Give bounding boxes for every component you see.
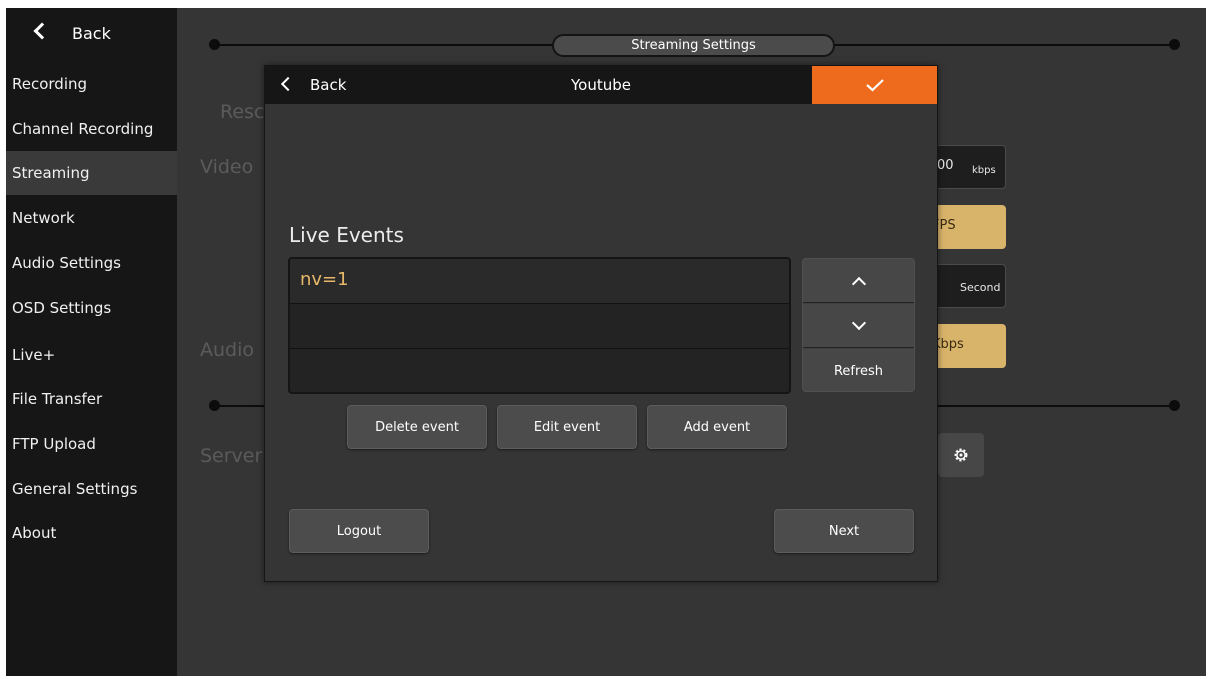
divider-dot [209, 39, 220, 50]
sidebar-item-general-settings[interactable]: General Settings [6, 467, 177, 511]
divider-dot [209, 400, 220, 411]
edit-event-button[interactable]: Edit event [497, 405, 637, 449]
sidebar-item-audio-settings[interactable]: Audio Settings [6, 241, 177, 285]
add-event-button[interactable]: Add event [647, 405, 787, 449]
chevron-up-icon [851, 276, 866, 291]
list-item[interactable] [290, 349, 789, 392]
sidebar-item-osd-settings[interactable]: OSD Settings [6, 286, 177, 330]
scroll-up-button[interactable] [803, 259, 914, 303]
keyframe-interval-unit: Second [960, 281, 1001, 294]
server-settings-button[interactable] [938, 433, 984, 477]
divider-dot [1169, 400, 1180, 411]
delete-event-button[interactable]: Delete event [347, 405, 487, 449]
sidebar: Back Recording Channel Recording Streami… [6, 8, 177, 676]
sidebar-back-label: Back [72, 24, 111, 43]
sidebar-item-file-transfer[interactable]: File Transfer [6, 377, 177, 421]
resolution-label: Resc [220, 101, 265, 123]
logout-button[interactable]: Logout [289, 509, 429, 553]
live-events-list: nv=1 [288, 257, 791, 394]
next-button[interactable]: Next [774, 509, 914, 553]
video-bitrate-unit: kbps [972, 165, 996, 176]
list-item[interactable]: nv=1 [290, 259, 789, 304]
video-bitrate-value: 00 [937, 158, 954, 173]
sidebar-item-streaming[interactable]: Streaming [6, 151, 177, 195]
dialog-header: Back Youtube [265, 66, 937, 104]
youtube-dialog: Back Youtube Live Events nv=1 Refresh De… [264, 65, 938, 582]
sidebar-item-about[interactable]: About [6, 511, 177, 555]
list-controls: Refresh [802, 258, 915, 392]
screen: Back Recording Channel Recording Streami… [6, 8, 1206, 676]
sidebar-item-recording[interactable]: Recording [6, 62, 177, 106]
refresh-button[interactable]: Refresh [803, 349, 914, 391]
sidebar-item-network[interactable]: Network [6, 196, 177, 240]
list-item[interactable] [290, 304, 789, 349]
refresh-label: Refresh [833, 363, 884, 379]
scroll-down-button[interactable] [803, 304, 914, 348]
chevron-down-icon [851, 315, 866, 330]
chevron-left-icon [33, 22, 51, 40]
checkmark-icon [865, 79, 884, 92]
sidebar-item-channel-recording[interactable]: Channel Recording [6, 107, 177, 151]
divider-dot [1169, 39, 1180, 50]
gear-icon [954, 448, 968, 462]
server-label: Server [200, 445, 263, 467]
sidebar-back-button[interactable]: Back [6, 8, 177, 62]
audio-label: Audio [200, 339, 255, 361]
sidebar-item-live-plus[interactable]: Live+ [6, 333, 177, 377]
sidebar-item-ftp-upload[interactable]: FTP Upload [6, 422, 177, 466]
confirm-button[interactable] [812, 66, 937, 104]
live-events-title: Live Events [289, 223, 404, 247]
video-label: Video [200, 156, 254, 178]
section-title: Streaming Settings [552, 34, 835, 57]
